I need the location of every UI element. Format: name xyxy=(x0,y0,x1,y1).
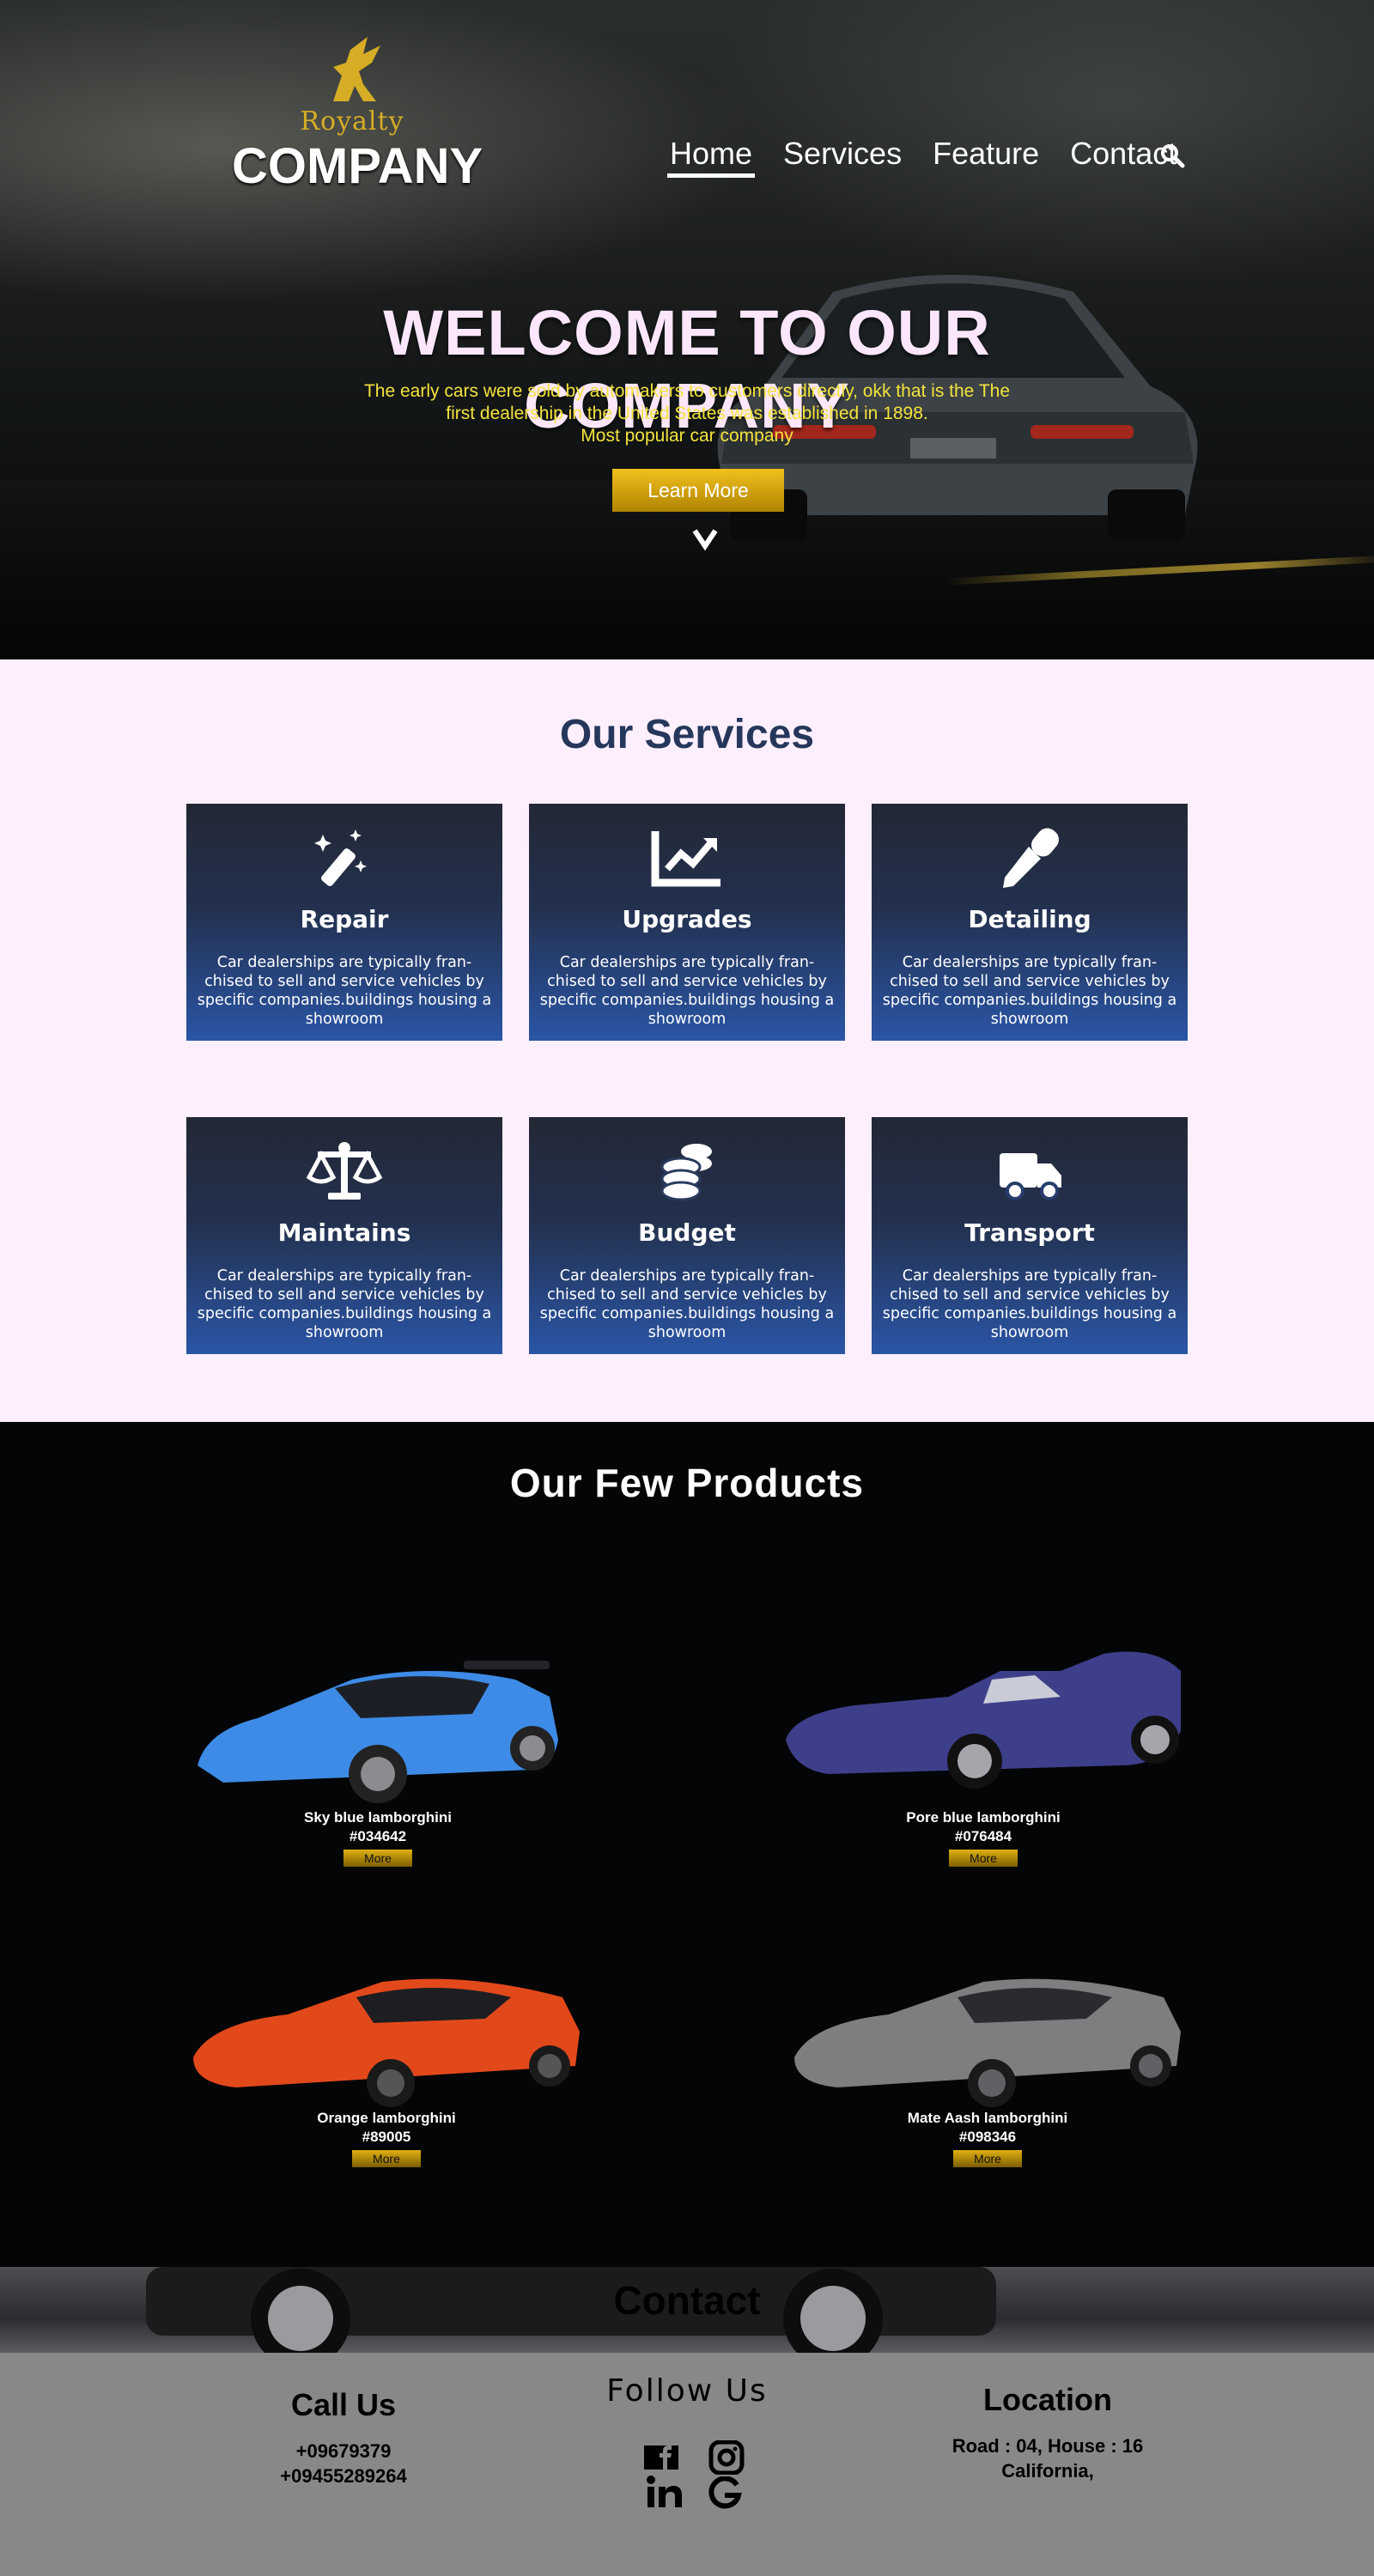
more-button[interactable]: More xyxy=(352,2150,421,2167)
service-card-upgrades[interactable]: Upgrades Car dealerships are typically f… xyxy=(529,804,845,1041)
footer: Call Us +09679379 +09455289264 Follow Us… xyxy=(0,2353,1374,2576)
contact-title: Contact xyxy=(613,2278,761,2323)
search-icon[interactable] xyxy=(1159,143,1185,168)
hero-section: Royalty COMPANY Home Services Feature Co… xyxy=(0,0,1374,659)
balance-scale-icon xyxy=(306,1142,383,1200)
service-text: Car dealerships are typically fran-chise… xyxy=(882,954,1177,1028)
more-button[interactable]: More xyxy=(344,1850,412,1867)
products-title: Our Few Products xyxy=(509,1461,865,1505)
location-heading: Location xyxy=(983,2382,1112,2417)
product-name: Mate Aash lamborghini xyxy=(907,2110,1068,2126)
address-line: Road : 04, House : 16 xyxy=(951,2435,1144,2457)
service-text: Car dealerships are typically fran-chise… xyxy=(197,1267,492,1341)
hero-subtitle-line: first dealership in the United States wa… xyxy=(446,404,928,423)
product-card: Pore blue lamborghini #076484 More xyxy=(777,1637,1189,1867)
products-section: Our Few Products Sky blue lamborghini #0… xyxy=(0,1422,1374,2267)
truck-icon xyxy=(1000,1153,1061,1200)
product-card: Orange lamborghini #89005 More xyxy=(185,1971,588,2167)
service-title: Budget xyxy=(638,1218,736,1247)
linkedin-icon[interactable] xyxy=(646,2475,684,2509)
service-card-budget[interactable]: Budget Car dealerships are typically fra… xyxy=(529,1117,845,1354)
main-nav: Home Services Feature Contact xyxy=(666,136,1207,179)
nav-services[interactable]: Services xyxy=(783,136,902,172)
logo[interactable]: Royalty COMPANY xyxy=(232,33,483,204)
logo-company-text: COMPANY xyxy=(232,138,483,194)
address-line: California, xyxy=(1001,2460,1094,2482)
service-text: Car dealerships are typically fran-chise… xyxy=(539,954,835,1028)
hero-subtitle-line: Most popular car company xyxy=(581,426,793,446)
product-code: #034642 xyxy=(349,1828,407,1844)
services-title: Our Services xyxy=(559,712,815,757)
product-code: #89005 xyxy=(362,2129,411,2145)
more-button[interactable]: More xyxy=(953,2150,1022,2167)
phone-number[interactable]: +09679379 xyxy=(215,2439,472,2464)
phone-number[interactable]: +09455289264 xyxy=(215,2464,472,2488)
call-us-column: Call Us +09679379 +09455289264 xyxy=(215,2387,472,2488)
service-title: Upgrades xyxy=(622,905,752,933)
service-card-transport[interactable]: Transport Car dealerships are typically … xyxy=(872,1117,1188,1354)
service-title: Maintains xyxy=(277,1218,411,1247)
product-code: #076484 xyxy=(954,1828,1012,1844)
car-image-sky-blue[interactable] xyxy=(189,1637,567,1808)
magic-wand-icon xyxy=(314,829,367,886)
product-code: #098346 xyxy=(958,2129,1017,2145)
service-title: Repair xyxy=(300,905,389,933)
service-text: Car dealerships are typically fran-chise… xyxy=(539,1267,835,1341)
facebook-icon[interactable] xyxy=(642,2440,680,2475)
hero-subtitle-line: The early cars were sold by automakers t… xyxy=(363,381,1011,401)
chart-line-icon xyxy=(651,831,720,887)
services-section: Our Services Repair Car dealerships are … xyxy=(0,659,1374,1422)
product-name: Pore blue lamborghini xyxy=(906,1809,1061,1826)
learn-more-button[interactable]: Learn More xyxy=(612,469,784,512)
service-card-repair[interactable]: Repair Car dealerships are typically fra… xyxy=(186,804,502,1041)
hero-subtitle: The early cars were sold by automakers t… xyxy=(361,380,1013,447)
logo-brand-text: Royalty xyxy=(300,106,404,137)
nav-feature[interactable]: Feature xyxy=(933,136,1039,172)
griffin-logo-icon xyxy=(333,37,380,101)
location-column: Location Road : 04, House : 16 Californi… xyxy=(919,2382,1176,2483)
service-title: Detailing xyxy=(968,905,1091,933)
eyedropper-icon xyxy=(1003,828,1059,888)
follow-us-column: Follow Us xyxy=(558,2373,816,2409)
product-name: Sky blue lamborghini xyxy=(304,1809,452,1826)
instagram-icon[interactable] xyxy=(708,2440,745,2475)
chevron-down-icon[interactable] xyxy=(692,526,718,551)
product-card: Mate Aash lamborghini #098346 More xyxy=(786,1971,1189,2167)
service-text: Car dealerships are typically fran-chise… xyxy=(197,954,492,1028)
product-card: Sky blue lamborghini #034642 More xyxy=(189,1637,567,1867)
service-title: Transport xyxy=(964,1218,1095,1247)
more-button[interactable]: More xyxy=(949,1850,1018,1867)
car-image-pore-blue[interactable] xyxy=(777,1637,1189,1808)
google-icon[interactable] xyxy=(706,2476,744,2511)
service-card-maintains[interactable]: Maintains Car dealerships are typically … xyxy=(186,1117,502,1354)
nav-home[interactable]: Home xyxy=(666,136,756,178)
car-image-mate-ash[interactable] xyxy=(786,1971,1189,2109)
car-image-orange[interactable] xyxy=(185,1971,588,2109)
follow-us-heading: Follow Us xyxy=(606,2373,768,2409)
coins-icon xyxy=(660,1144,712,1201)
service-card-detailing[interactable]: Detailing Car dealerships are typically … xyxy=(872,804,1188,1041)
service-text: Car dealerships are typically fran-chise… xyxy=(882,1267,1177,1341)
call-us-heading: Call Us xyxy=(290,2387,397,2422)
product-name: Orange lamborghini xyxy=(317,2110,456,2126)
